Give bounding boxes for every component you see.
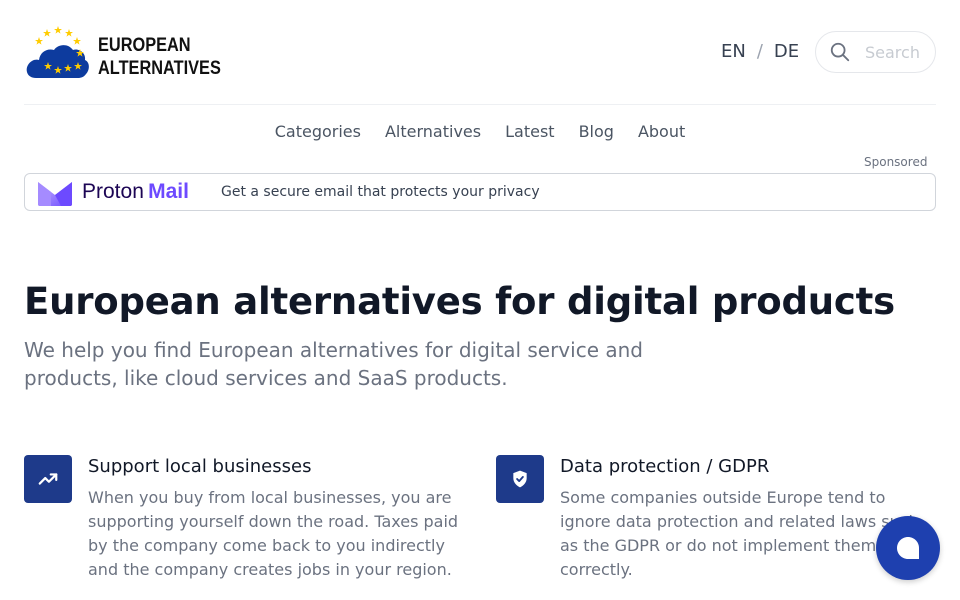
site-header: EUROPEAN ALTERNATIVES EN / DE [24,24,936,104]
search-box[interactable] [815,31,936,73]
feature-title: Support local businesses [88,456,312,477]
chat-button[interactable] [876,516,940,580]
brand-part-1: Proton [82,180,144,203]
nav-item-categories[interactable]: Categories [275,122,361,141]
proton-mail-icon [38,182,72,206]
lang-en-link[interactable]: EN [721,41,746,62]
language-switcher: EN / DE [721,41,799,62]
sponsored-ad-banner[interactable]: Proton Mail Get a secure email that prot… [24,173,936,211]
search-icon [830,42,850,62]
sponsored-label: Sponsored [864,155,928,169]
site-logo[interactable]: EUROPEAN ALTERNATIVES [24,24,224,84]
brand-part-2: Mail [148,180,189,203]
shield-check-icon [496,455,544,503]
nav-item-about[interactable]: About [638,122,685,141]
feature-title: Data protection / GDPR [560,456,770,477]
trending-up-icon [24,455,72,503]
ad-text: Get a secure email that protects your pr… [221,184,540,200]
lang-separator: / [756,41,763,62]
logo-wordmark: EUROPEAN ALTERNATIVES [98,34,221,80]
nav-item-latest[interactable]: Latest [505,122,554,141]
chat-bubble-icon [897,537,919,559]
logo-line-2: ALTERNATIVES [98,58,221,79]
hero-subtitle: We help you find European alternatives f… [24,338,643,390]
main-nav: Categories Alternatives Latest Blog Abou… [0,122,960,141]
proton-mail-brand: Proton Mail [82,180,189,204]
nav-item-alternatives[interactable]: Alternatives [385,122,481,141]
header-divider [24,104,936,105]
feature-description: When you buy from local businesses, you … [88,488,459,579]
hero-title: European alternatives for digital produc… [24,280,895,323]
search-input[interactable] [865,42,935,62]
lang-de-link[interactable]: DE [774,41,799,62]
logo-line-1: EUROPEAN [98,35,191,56]
cloud-logo-icon [26,26,89,78]
nav-item-blog[interactable]: Blog [579,122,614,141]
